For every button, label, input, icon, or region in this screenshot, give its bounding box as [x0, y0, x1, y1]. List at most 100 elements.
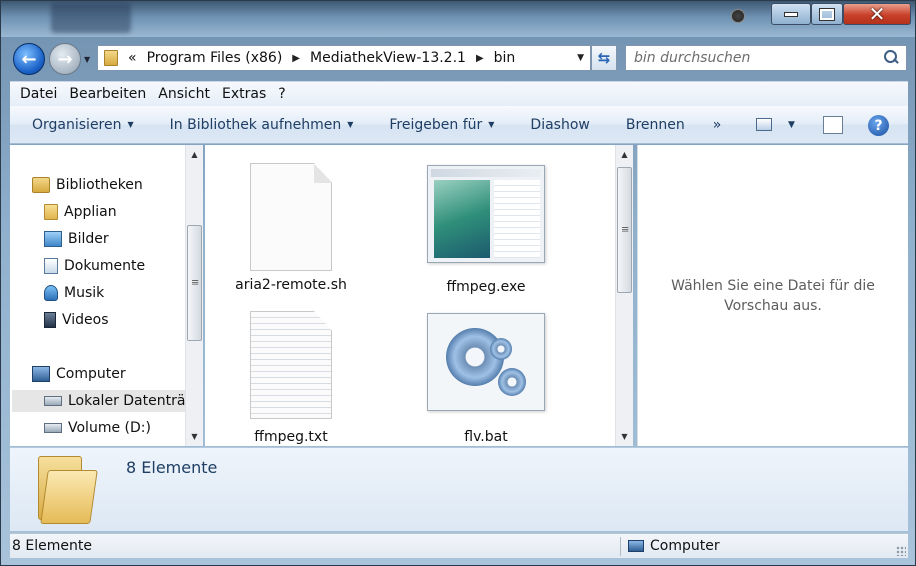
navigation-pane-scrollbar[interactable]: ▲ ▼ — [185, 145, 203, 446]
share-with-label: Freigeben für — [389, 116, 483, 133]
burn-label: Brennen — [625, 116, 685, 133]
scrollbar-thumb[interactable] — [187, 225, 202, 341]
share-with-button[interactable]: Freigeben für ▼ — [389, 117, 494, 133]
menu-help[interactable]: ? — [278, 86, 285, 102]
nav-item-musik[interactable]: Musik — [44, 282, 104, 304]
file-item[interactable]: ffmpeg.txt — [206, 311, 376, 445]
recent-pages-dropdown[interactable]: ▼ — [84, 55, 90, 64]
videos-icon — [44, 312, 56, 328]
nav-drive-label: Lokaler Datenträger (C:) — [68, 393, 185, 409]
documents-icon — [44, 258, 58, 274]
nav-libraries[interactable]: Bibliotheken — [32, 174, 143, 196]
nav-computer-label: Computer — [56, 366, 126, 382]
organize-label: Organisieren — [32, 116, 122, 133]
nav-item-label: Bilder — [68, 231, 109, 247]
file-list: aria2-remote.sh ffmpeg.exe ffmpeg.txt fl… — [205, 145, 615, 446]
search-icon[interactable] — [884, 50, 898, 64]
folder-icon — [104, 50, 118, 66]
nav-drive-c[interactable]: Lokaler Datenträger (C:) — [12, 390, 185, 412]
menu-bearbeiten[interactable]: Bearbeiten — [69, 86, 146, 102]
preview-pane-icon[interactable] — [823, 116, 843, 134]
breadcrumb-program-files[interactable]: Program Files (x86) — [147, 50, 283, 66]
window-image-thumb — [434, 180, 490, 258]
scroll-up-icon[interactable]: ▲ — [186, 146, 203, 163]
search-input[interactable] — [634, 50, 874, 66]
maximize-button[interactable] — [811, 3, 843, 25]
menu-ansicht[interactable]: Ansicht — [158, 86, 210, 102]
burn-button[interactable]: Brennen — [626, 117, 685, 133]
breadcrumb-bin[interactable]: bin — [494, 50, 516, 66]
window-text-thumb — [494, 180, 540, 258]
chevron-down-icon: ▼ — [347, 120, 354, 129]
status-bar: 8 Elemente Computer — [10, 533, 908, 558]
nav-item-applian[interactable]: Applian — [44, 201, 117, 223]
address-bar[interactable]: « Program Files (x86) ▶ MediathekView-13… — [97, 45, 591, 71]
menu-bar: Datei Bearbeiten Ansicht Extras ? — [10, 81, 908, 106]
details-pane: 8 Elemente — [10, 447, 908, 531]
file-list-scrollbar[interactable]: ▲ ▼ — [615, 145, 633, 446]
file-name: ffmpeg.exe — [446, 279, 526, 295]
change-view-dropdown-icon[interactable]: ▼ — [788, 120, 795, 130]
pictures-icon — [44, 231, 62, 247]
menu-extras[interactable]: Extras — [222, 86, 266, 102]
file-item[interactable]: aria2-remote.sh — [206, 163, 376, 293]
close-icon: ✕ — [868, 2, 886, 26]
more-commands-icon: » — [712, 116, 722, 133]
file-item[interactable]: flv.bat — [401, 313, 571, 445]
help-icon[interactable]: ? — [868, 115, 889, 136]
include-in-library-button[interactable]: In Bibliothek aufnehmen ▼ — [170, 117, 354, 133]
status-zone: Computer — [628, 538, 720, 554]
title-bar[interactable]: ✕ — [1, 1, 915, 37]
nav-computer[interactable]: Computer — [32, 363, 126, 385]
scroll-up-icon[interactable]: ▲ — [616, 146, 633, 163]
nav-item-label: Dokumente — [64, 258, 146, 274]
nav-drive-d[interactable]: Volume (D:) — [44, 417, 151, 439]
back-button[interactable]: ← — [13, 43, 45, 75]
gear-icon — [494, 364, 530, 400]
window-titlebar-thumb — [431, 169, 541, 177]
nav-item-label: Musik — [64, 285, 105, 301]
command-bar: Organisieren ▼ In Bibliothek aufnehmen ▼ F… — [10, 106, 908, 144]
nav-item-videos[interactable]: Videos — [44, 309, 109, 331]
status-item-count: 8 Elemente — [12, 538, 92, 554]
file-item[interactable]: ffmpeg.exe — [401, 165, 571, 295]
minimize-button[interactable] — [771, 3, 811, 25]
breadcrumb-overflow[interactable]: « — [128, 50, 137, 66]
resize-grip[interactable] — [896, 546, 906, 556]
navigation-bar: ← → ▼ « Program Files (x86) ▶ MediathekV… — [1, 37, 915, 79]
scroll-down-icon[interactable]: ▼ — [616, 428, 633, 445]
scrollbar-thumb[interactable] — [617, 167, 632, 293]
nav-item-bilder[interactable]: Bilder — [44, 228, 109, 250]
maximize-icon — [819, 7, 835, 21]
gear-icon — [486, 334, 516, 364]
music-icon — [44, 285, 58, 301]
include-in-library-label: In Bibliothek aufnehmen — [169, 116, 342, 133]
organize-button[interactable]: Organisieren ▼ — [32, 117, 134, 133]
status-divider — [620, 537, 621, 556]
refresh-button[interactable]: ⇆ — [591, 45, 617, 71]
change-view-icon[interactable] — [756, 118, 772, 131]
minimize-icon — [784, 11, 798, 17]
slideshow-button[interactable]: Diashow — [530, 117, 589, 133]
menu-datei[interactable]: Datei — [20, 86, 57, 102]
forward-button[interactable]: → — [49, 43, 81, 75]
search-box[interactable] — [625, 45, 907, 71]
title-bar-blur — [51, 3, 131, 33]
hard-drive-icon — [44, 423, 62, 433]
breadcrumb-mediathekview[interactable]: MediathekView-13.2.1 — [310, 50, 466, 66]
close-button[interactable]: ✕ — [843, 3, 911, 25]
breadcrumb-separator-icon[interactable]: ▶ — [292, 53, 300, 64]
more-commands-button[interactable]: » — [713, 117, 722, 133]
scroll-down-icon[interactable]: ▼ — [186, 428, 203, 445]
explorer-window: ✕ ← → ▼ « Program Files (x86) ▶ Mediathe… — [0, 0, 916, 566]
chevron-down-icon: ▼ — [127, 120, 134, 129]
nav-item-dokumente[interactable]: Dokumente — [44, 255, 145, 277]
application-window-icon — [427, 165, 545, 263]
batch-gears-icon — [427, 313, 545, 411]
nav-item-label: Videos — [62, 312, 109, 328]
navigation-pane: Bibliotheken Applian Bilder Dokumente Mu… — [10, 145, 185, 446]
file-name: aria2-remote.sh — [235, 277, 347, 293]
breadcrumb-separator-icon[interactable]: ▶ — [476, 53, 484, 64]
item-count: 8 Elemente — [126, 458, 218, 477]
address-dropdown-icon[interactable]: ▼ — [577, 53, 584, 63]
